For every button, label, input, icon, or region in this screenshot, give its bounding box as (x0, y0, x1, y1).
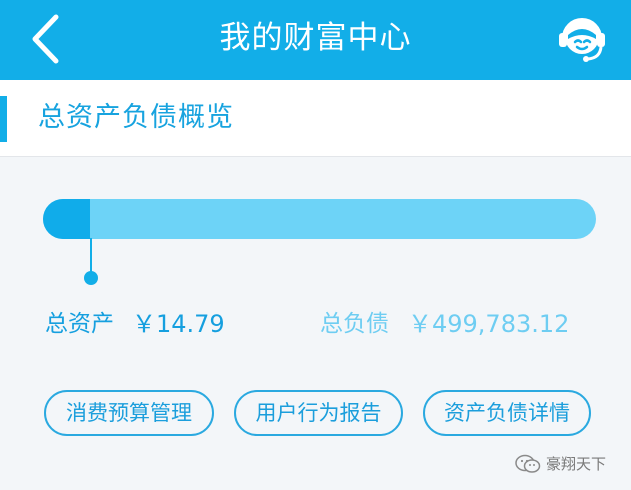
total-debt-label: 总负债 (320, 311, 389, 337)
total-assets-value: ￥14.79 (132, 310, 225, 338)
section-title: 总资产负债概览 (38, 102, 234, 133)
budget-management-button[interactable]: 消费预算管理 (44, 390, 214, 436)
asset-pointer-dot (84, 271, 98, 285)
customer-service-icon (559, 18, 605, 62)
app-header: 我的财富中心 (0, 0, 631, 80)
user-behavior-report-button[interactable]: 用户行为报告 (234, 390, 403, 436)
total-debt-value: ￥499,783.12 (408, 310, 570, 338)
asset-pointer-line (90, 238, 92, 274)
total-assets-label: 总资产 (45, 311, 114, 337)
page-title: 我的财富中心 (219, 20, 412, 56)
wechat-icon (515, 454, 541, 473)
watermark-text: 豪翔天下 (546, 455, 607, 473)
asset-share-fill (43, 199, 90, 239)
overview-section-header: 总资产负债概览 (0, 80, 631, 157)
customer-service-button[interactable] (554, 10, 610, 66)
asset-debt-details-button[interactable]: 资产负债详情 (423, 390, 591, 436)
watermark: 豪翔天下 (514, 452, 626, 476)
asset-debt-bar (43, 199, 596, 239)
section-accent-bar (0, 96, 7, 142)
